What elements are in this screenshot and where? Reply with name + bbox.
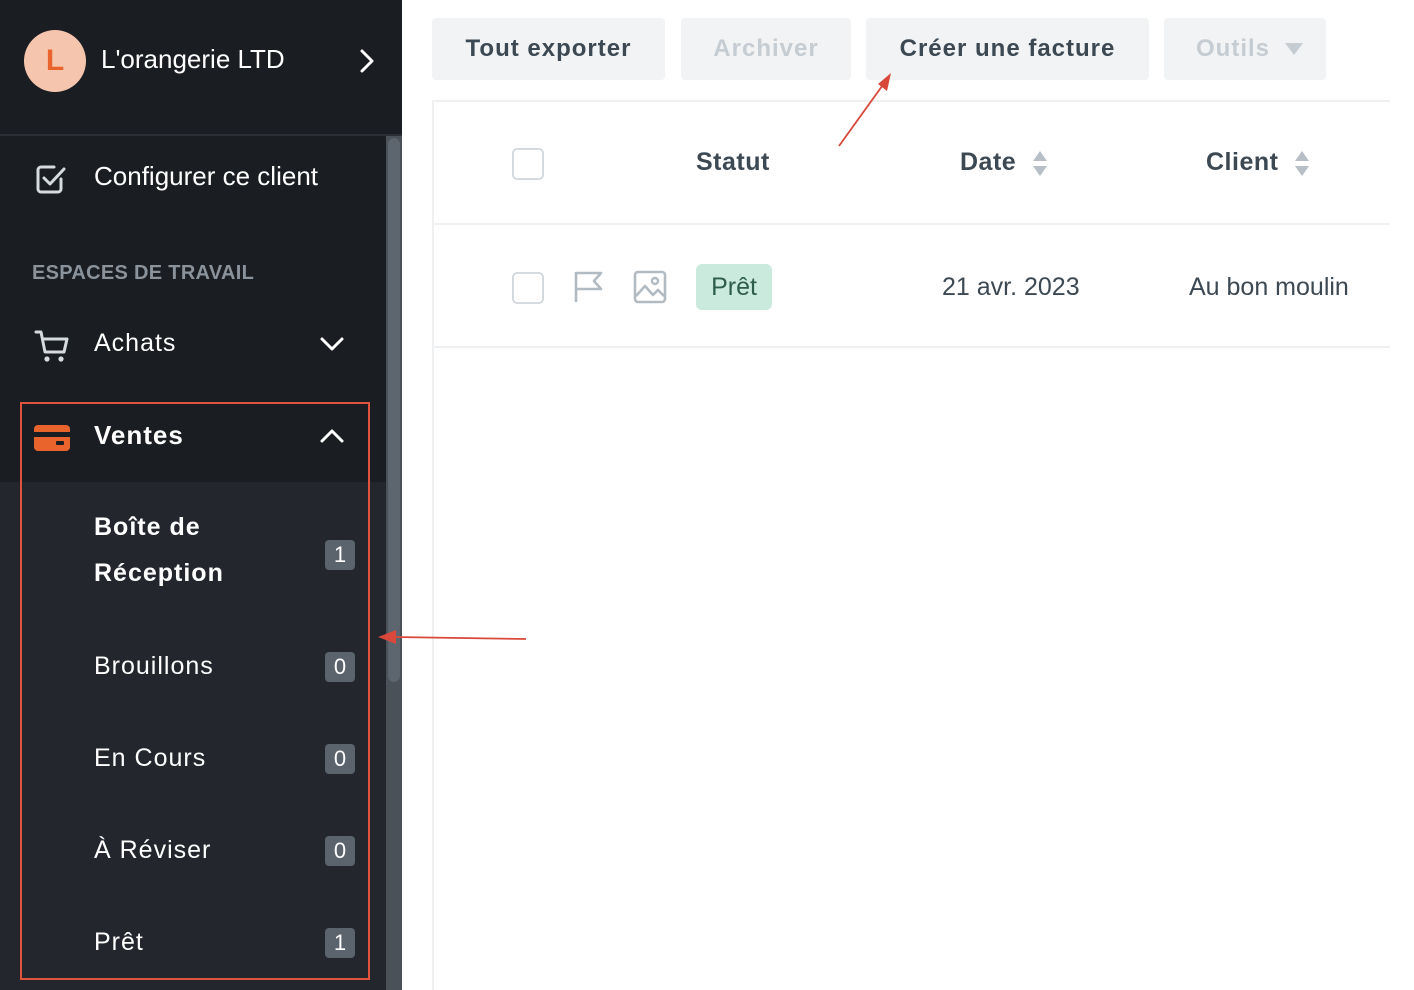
submenu-item-drafts[interactable]: Brouillons 0 [0, 632, 386, 702]
create-invoice-button[interactable]: Créer une facture [866, 18, 1149, 80]
submenu-item-label: En Cours [94, 744, 207, 772]
sidebar-item-achats[interactable]: Achats [0, 310, 386, 380]
flag-icon[interactable] [572, 270, 606, 304]
status-badge: Prêt [696, 264, 772, 310]
submenu-item-in-progress[interactable]: En Cours 0 [0, 724, 386, 794]
client-cell: Au bon moulin [1189, 273, 1349, 301]
submenu-item-inbox[interactable]: Boîte de Réception 1 [0, 504, 386, 604]
chevron-down-icon [320, 337, 344, 351]
submenu-item-label: Boîte de Réception [94, 513, 224, 587]
caret-down-icon [1285, 43, 1303, 55]
count-badge: 0 [325, 652, 355, 682]
submenu-item-label: Brouillons [94, 652, 214, 680]
select-all-checkbox[interactable] [512, 148, 544, 180]
chevron-up-icon [320, 429, 344, 443]
count-badge: 1 [325, 540, 355, 570]
archive-button[interactable]: Archiver [681, 18, 851, 80]
export-all-button[interactable]: Tout exporter [432, 18, 665, 80]
row-divider [432, 346, 1390, 348]
workspaces-section-title: ESPACES DE TRAVAIL [32, 262, 255, 284]
sidebar-item-ventes-label: Ventes [94, 420, 184, 450]
date-cell: 21 avr. 2023 [942, 273, 1080, 301]
sort-icon[interactable] [1031, 149, 1049, 179]
account-switcher[interactable]: L L'orangerie LTD [0, 0, 402, 136]
column-header-date[interactable]: Date [960, 148, 1016, 177]
count-badge: 0 [325, 836, 355, 866]
header-divider [432, 223, 1390, 225]
submenu-item-to-review[interactable]: À Réviser 0 [0, 816, 386, 886]
column-header-status[interactable]: Statut [696, 148, 770, 177]
shopping-cart-icon [34, 330, 69, 362]
tools-dropdown-button[interactable]: Outils [1164, 18, 1326, 80]
sidebar-item-ventes[interactable]: Ventes [0, 402, 386, 482]
submenu-item-label: À Réviser [94, 836, 212, 864]
ventes-submenu: Boîte de Réception 1 Brouillons 0 En Cou… [0, 482, 386, 990]
tools-label: Outils [1196, 35, 1271, 62]
count-badge: 1 [325, 928, 355, 958]
row-checkbox[interactable] [512, 272, 544, 304]
configure-client-label: Configurer ce client [94, 161, 318, 191]
chevron-right-icon [360, 49, 374, 73]
submenu-item-ready[interactable]: Prêt 1 [0, 908, 386, 978]
image-icon[interactable] [633, 270, 667, 304]
avatar: L [24, 30, 86, 92]
sidebar: L L'orangerie LTD Configurer ce client E… [0, 0, 402, 990]
configure-client-item[interactable]: Configurer ce client [0, 136, 386, 226]
sort-icon[interactable] [1293, 149, 1311, 179]
count-badge: 0 [325, 744, 355, 774]
invoice-table [432, 100, 1390, 990]
credit-card-icon [34, 425, 70, 451]
sidebar-scrollbar-thumb[interactable] [388, 138, 400, 682]
submenu-item-label: Prêt [94, 928, 144, 956]
sidebar-item-achats-label: Achats [94, 329, 177, 357]
account-name: L'orangerie LTD [101, 44, 285, 74]
checkbox-checked-icon [36, 165, 66, 194]
column-header-client[interactable]: Client [1206, 148, 1278, 177]
